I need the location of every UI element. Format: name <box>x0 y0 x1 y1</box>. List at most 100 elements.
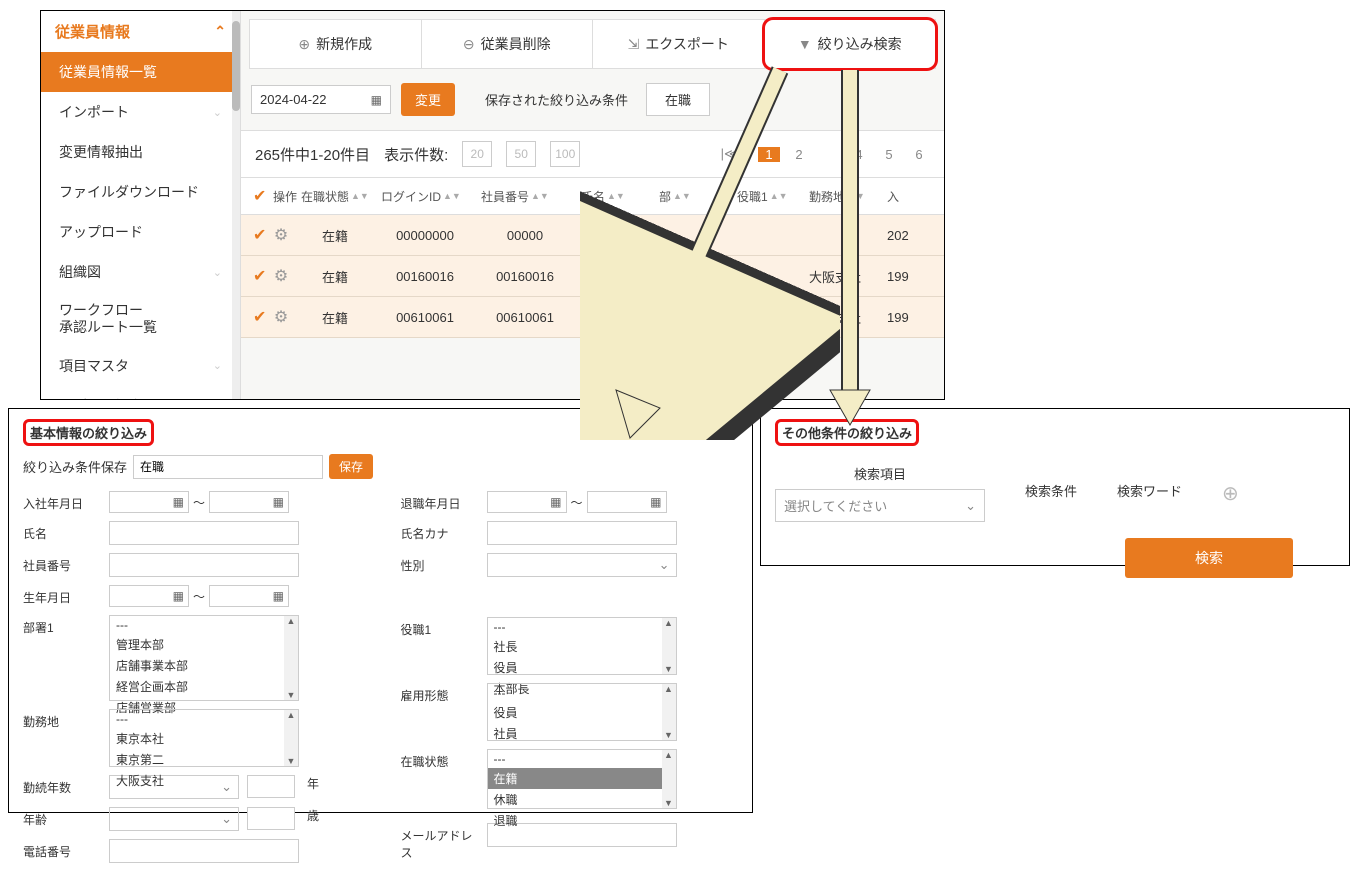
save-filter-button[interactable]: 保存 <box>329 454 373 479</box>
listbox-item[interactable]: 経営企画本部 <box>110 676 298 697</box>
listbox-item[interactable]: 社長 <box>488 636 676 657</box>
change-button[interactable]: 変更 <box>401 83 455 116</box>
hire-date-to[interactable]: ▦ <box>209 491 289 513</box>
row-check[interactable]: ✔ <box>247 266 267 286</box>
retire-from[interactable]: ▦ <box>487 491 567 513</box>
listbox-item[interactable]: --- <box>110 616 298 634</box>
add-condition-icon[interactable]: ⊕ <box>1222 481 1239 506</box>
hire-date-from[interactable]: ▦ <box>109 491 189 513</box>
role-listbox[interactable]: ---社長役員本部長▲▼ <box>487 617 677 675</box>
loc-listbox[interactable]: ---東京本社東京第二大阪支社▲▼ <box>109 709 299 767</box>
col-dept[interactable]: 部▲▼ <box>653 186 731 206</box>
col-login[interactable]: ログインID▲▼ <box>375 186 475 206</box>
search-item-select[interactable]: 選択してください ⌄ <box>775 489 985 522</box>
sidebar-item-upload[interactable]: アップロード <box>41 212 240 252</box>
filter-button[interactable]: ▼絞り込み検索 <box>765 20 936 68</box>
col-role[interactable]: 役職1▲▼ <box>731 186 803 206</box>
listbox-item[interactable]: 役員 <box>488 702 676 723</box>
sidebar-item-field-master[interactable]: 項目マスタ⌄ <box>41 346 240 386</box>
search-item-header: 検索項目 <box>775 464 985 483</box>
col-empno[interactable]: 社員番号▲▼ <box>475 186 575 206</box>
tel-input[interactable] <box>109 839 299 863</box>
listbox-scrollbar[interactable]: ▲▼ <box>284 710 298 766</box>
name-input[interactable] <box>109 521 299 545</box>
row-check[interactable]: ✔ <box>247 307 267 327</box>
page-prev-icon[interactable]: ‹ <box>746 147 750 162</box>
check-all[interactable]: ✔ <box>253 186 266 206</box>
table-row[interactable]: ✔⚙在籍0061006100610061荻管理本部大阪支社199 <box>241 297 944 338</box>
search-button[interactable]: 検索 <box>1125 538 1293 578</box>
listbox-item[interactable]: 店舗事業本部 <box>110 655 298 676</box>
listbox-scrollbar[interactable]: ▲▼ <box>284 616 298 700</box>
listbox-item[interactable]: 役員 <box>488 657 676 678</box>
listbox-item[interactable]: 休職 <box>488 789 676 810</box>
sidebar-item-org-chart[interactable]: 組織図⌄ <box>41 252 240 292</box>
save-filter-input[interactable] <box>133 455 323 479</box>
sidebar-header-label: 従業員情報 <box>55 21 130 42</box>
sidebar-header[interactable]: 従業員情報 ⌃ <box>41 11 240 52</box>
sidebar-item-tab-settings[interactable]: タブ項目設定⌄ <box>41 386 240 400</box>
export-button[interactable]: ⇲エクスポート <box>593 20 765 68</box>
listbox-item[interactable]: 東京本社 <box>110 728 298 749</box>
listbox-scrollbar[interactable]: ▲▼ <box>662 684 676 740</box>
birth-to[interactable]: ▦ <box>209 585 289 607</box>
sidebar-item-workflow[interactable]: ワークフロー 承認ルート一覧 <box>41 292 240 346</box>
listbox-item[interactable]: --- <box>488 618 676 636</box>
listbox-item[interactable]: 管理本部 <box>110 634 298 655</box>
retire-to[interactable]: ▦ <box>587 491 667 513</box>
listbox-item[interactable]: --- <box>488 684 676 702</box>
col-name[interactable]: 氏名▲▼ <box>575 186 653 206</box>
page-5[interactable]: 5 <box>878 147 900 162</box>
listbox-scrollbar[interactable]: ▲▼ <box>662 618 676 674</box>
gear-icon[interactable]: ⚙ <box>267 266 295 286</box>
sidebar-item-change-extract[interactable]: 変更情報抽出 <box>41 132 240 172</box>
sidebar-item-file-download[interactable]: ファイルダウンロード <box>41 172 240 212</box>
age-select[interactable]: ⌄ <box>109 807 239 831</box>
gear-icon[interactable]: ⚙ <box>267 307 295 327</box>
col-action[interactable]: 操作 <box>267 186 295 206</box>
kana-input[interactable] <box>487 521 677 545</box>
listbox-item[interactable]: --- <box>110 710 298 728</box>
page-first-icon[interactable]: |≪ <box>721 146 738 162</box>
listbox-item[interactable]: --- <box>488 750 676 768</box>
emptype-listbox[interactable]: ---役員社員▲▼ <box>487 683 677 741</box>
enrol-listbox[interactable]: ---在籍休職退職▲▼ <box>487 749 677 809</box>
listbox-scrollbar[interactable]: ▲▼ <box>662 750 676 808</box>
sidebar-item-import[interactable]: インポート⌄ <box>41 92 240 132</box>
listbox-item[interactable]: 退職 <box>488 810 676 831</box>
page-size-100[interactable]: 100 <box>550 141 580 167</box>
new-button[interactable]: ⊕新規作成 <box>250 20 422 68</box>
page-2[interactable]: 2 <box>788 147 810 162</box>
page-4[interactable]: 4 <box>848 147 870 162</box>
page-size-20[interactable]: 20 <box>462 141 492 167</box>
empno-input[interactable] <box>109 553 299 577</box>
age-value[interactable] <box>247 807 295 830</box>
table-row[interactable]: ✔⚙在籍0000000000000テスト202 <box>241 215 944 256</box>
saved-filter-value[interactable]: 在職 <box>646 83 710 116</box>
col-status[interactable]: 在職状態▲▼ <box>295 186 375 206</box>
dept-listbox[interactable]: ---管理本部店舗事業本部経営企画本部店舗営業部▲▼ <box>109 615 299 701</box>
table-row[interactable]: ✔⚙在籍0016001600160016鶴田 嘉人事部課長大阪支社199 <box>241 256 944 297</box>
chevron-down-icon: ⌄ <box>213 359 222 372</box>
row-check[interactable]: ✔ <box>247 225 267 245</box>
gender-select[interactable]: ⌄ <box>487 553 677 577</box>
cell-name: 荻 <box>575 308 653 327</box>
scrollbar-thumb[interactable] <box>232 21 240 111</box>
base-date-input[interactable]: 2024-04-22 ▦ <box>251 85 391 114</box>
sidebar-scrollbar[interactable] <box>232 11 240 399</box>
delete-button[interactable]: ⊖従業員削除 <box>422 20 594 68</box>
chevron-down-icon: ⌄ <box>965 498 976 514</box>
page-6[interactable]: 6 <box>908 147 930 162</box>
page-size-50[interactable]: 50 <box>506 141 536 167</box>
gear-icon[interactable]: ⚙ <box>267 225 295 245</box>
listbox-item[interactable]: 社員 <box>488 723 676 744</box>
listbox-item[interactable]: 在籍 <box>488 768 676 789</box>
col-loc[interactable]: 勤務地▲▼ <box>803 186 881 206</box>
birth-from[interactable]: ▦ <box>109 585 189 607</box>
page-1[interactable]: 1 <box>758 147 780 162</box>
sidebar-item-employee-list[interactable]: 従業員情報一覧 <box>41 52 240 92</box>
listbox-item[interactable]: 東京第二 <box>110 749 298 770</box>
search-cond-col: 検索条件 <box>1025 481 1077 506</box>
listbox-item[interactable]: 大阪支社 <box>110 770 298 791</box>
col-hire[interactable]: 入 <box>881 186 929 206</box>
